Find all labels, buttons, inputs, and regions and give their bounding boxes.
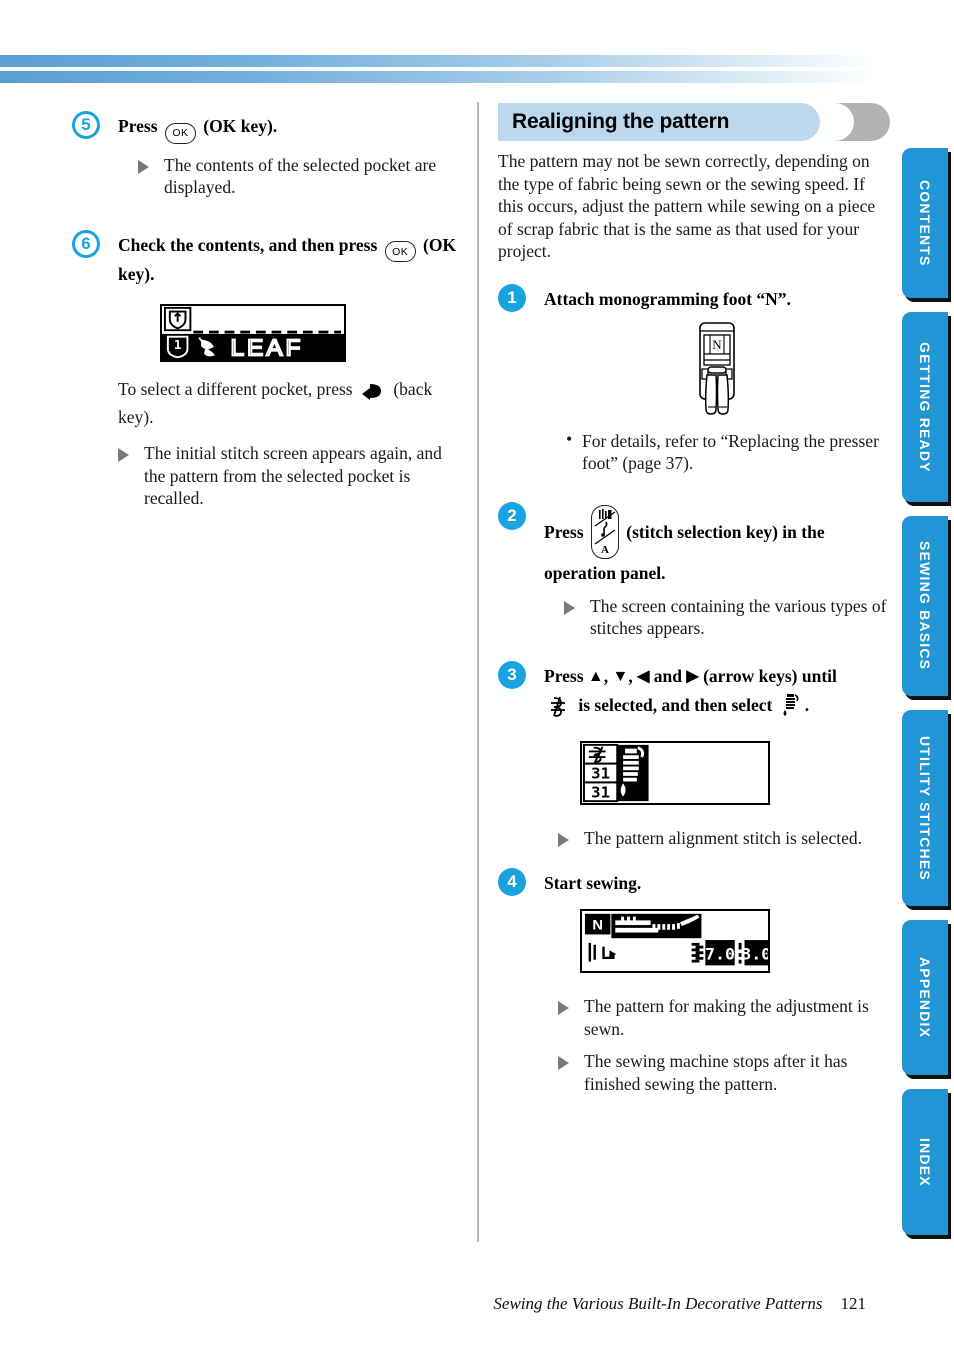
step-3-result: The pattern alignment stitch is selected…	[558, 827, 890, 850]
side-tab-getting-ready[interactable]: GETTING READY	[902, 312, 948, 502]
step-5-result: The contents of the selected pocket are …	[138, 154, 457, 199]
top-gradient-bar-1	[0, 55, 880, 67]
step-5: 5 Press OK (OK key). The contents of the…	[72, 111, 457, 199]
step-3-title-after: is selected, and then select	[578, 694, 773, 715]
step-6-title-before: Check the contents, and then press	[118, 234, 378, 255]
side-tab-appendix-label: APPENDIX	[917, 956, 933, 1039]
side-tab-getting-ready-label: GETTING READY	[917, 341, 933, 473]
side-tab-utility-stitches-label: UTILITY STITCHES	[917, 735, 933, 881]
step-number-4: 4	[498, 868, 526, 896]
step-3-title-mid: (arrow keys) until	[703, 665, 837, 686]
step-number-3: 3	[498, 660, 526, 689]
step-6: 6 Check the contents, and then press OK …	[72, 229, 457, 510]
left-column: 5 Press OK (OK key). The contents of the…	[72, 100, 457, 510]
side-tab-appendix[interactable]: APPENDIX	[902, 920, 948, 1075]
back-key-icon	[361, 383, 385, 406]
arrow-down-icon: ▼	[612, 667, 629, 685]
step-number-6: 6	[72, 229, 100, 258]
side-tab-sewing-basics-label: SEWING BASICS	[917, 541, 933, 671]
lcd-sewing-screen: N 7.0 3.	[580, 909, 771, 973]
side-tab-sewing-basics[interactable]: SEWING BASICS	[902, 516, 948, 696]
step-2-title-mid: (stitch selection key) in the	[626, 521, 825, 542]
monogramming-foot-icon: N	[699, 321, 735, 415]
step-3-title-before: Press	[544, 665, 584, 686]
ok-key-icon: OK	[384, 241, 416, 262]
stitch-key-label: A	[601, 544, 609, 556]
svg-text:1: 1	[174, 337, 182, 352]
step-3-title: Press ▲, ▼, ◀ and ▶ (arrow keys) until i…	[544, 664, 890, 723]
lcd-pocket-graphic: 1 LEAF	[162, 306, 344, 362]
step-number-2: 2	[498, 501, 526, 530]
step-1-title: Attach monogramming foot “N”.	[544, 288, 791, 309]
top-decorative-bars	[0, 55, 880, 83]
ok-key-icon: OK	[164, 122, 196, 144]
arrow-up-icon: ▲	[587, 667, 604, 685]
lcd-width-value: 7.0	[705, 945, 735, 964]
step-number-1: 1	[498, 283, 526, 312]
side-tab-contents-label: CONTENTS	[917, 179, 933, 267]
arrow-right-icon: ▶	[686, 667, 699, 685]
step-1-note: For details, refer to “Replacing the pre…	[566, 428, 890, 475]
lcd-number-bottom: 31	[591, 783, 610, 801]
step-3: 3 Press ▲, ▼, ◀ and ▶ (arrow keys) until	[498, 660, 890, 850]
step-6-result: The initial stitch screen appears again,…	[118, 442, 457, 510]
footer-title: Sewing the Various Built-In Decorative P…	[493, 1294, 823, 1313]
lcd-length-value: 3.0	[741, 945, 768, 964]
step-5-title-before: Press	[118, 116, 158, 136]
side-tab-navigation: CONTENTS GETTING READY SEWING BASICS UTI…	[898, 148, 954, 1235]
header-crescent-decoration	[810, 103, 890, 141]
step-number-5: 5	[72, 111, 100, 139]
step-6-note-before: To select a different pocket, press	[118, 379, 353, 399]
page-footer: Sewing the Various Built-In Decorative P…	[0, 1294, 894, 1314]
step-2: 2 Press A (stitch selection key) in the …	[498, 501, 890, 640]
step-2-title-after: operation panel.	[544, 562, 666, 583]
lcd-stitch-selection-graphic: 31 31	[582, 742, 768, 803]
step-2-title: Press A (stitch selection key) in the op…	[544, 504, 890, 585]
svg-text:LEAF: LEAF	[230, 335, 303, 360]
step-4-result-2: The sewing machine stops after it has fi…	[558, 1050, 890, 1095]
step-3-title-end: .	[804, 694, 810, 715]
section-header: Realigning the pattern	[498, 100, 890, 141]
right-column: Realigning the pattern The pattern may n…	[498, 100, 890, 1095]
lcd-sewing-graphic: N 7.0 3.	[582, 911, 771, 971]
top-gradient-bar-2	[0, 71, 880, 83]
pattern-alignment-stitch-icon	[548, 695, 570, 723]
step-4-result-1: The pattern for making the adjustment is…	[558, 995, 890, 1040]
side-tab-utility-stitches[interactable]: UTILITY STITCHES	[902, 710, 948, 906]
column-divider	[477, 102, 479, 1242]
step-2-title-before: Press	[544, 521, 584, 542]
side-tab-index[interactable]: INDEX	[902, 1089, 948, 1235]
step-5-title: Press OK (OK key).	[118, 114, 457, 144]
step-3-title-and: and	[653, 665, 682, 686]
arrow-left-icon: ◀	[637, 667, 650, 685]
step-6-note: To select a different pocket, press (bac…	[118, 378, 457, 428]
foot-label-n: N	[712, 337, 722, 352]
step-2-result: The screen containing the various types …	[564, 595, 890, 640]
footer-page-number: 121	[840, 1294, 867, 1313]
stitch-selection-key-icon: A	[590, 504, 619, 559]
section-intro-text: The pattern may not be sewn correctly, d…	[498, 151, 876, 261]
step-4: 4 Start sewing. N 7.0 3. The pattern for…	[498, 868, 890, 1095]
side-tab-contents[interactable]: CONTENTS	[902, 148, 948, 298]
step-5-title-after: (OK key).	[203, 116, 278, 136]
monogramming-foot-illustration-wrap: N	[544, 321, 890, 422]
page-title: Realigning the pattern	[512, 110, 730, 133]
selected-stitch-icon	[781, 693, 801, 723]
lcd-pocket-contents-screen: 1 LEAF	[160, 304, 346, 362]
step-6-title: Check the contents, and then press OK (O…	[118, 233, 457, 287]
step-1: 1 Attach monogramming foot “N”. N • For …	[498, 283, 890, 475]
lcd-foot-code: N	[592, 918, 603, 934]
side-tab-index-label: INDEX	[917, 1137, 933, 1187]
step-4-title: Start sewing.	[544, 873, 642, 893]
lcd-stitch-selection-screen: 31 31	[580, 740, 770, 805]
lcd-number-top: 31	[591, 764, 610, 782]
